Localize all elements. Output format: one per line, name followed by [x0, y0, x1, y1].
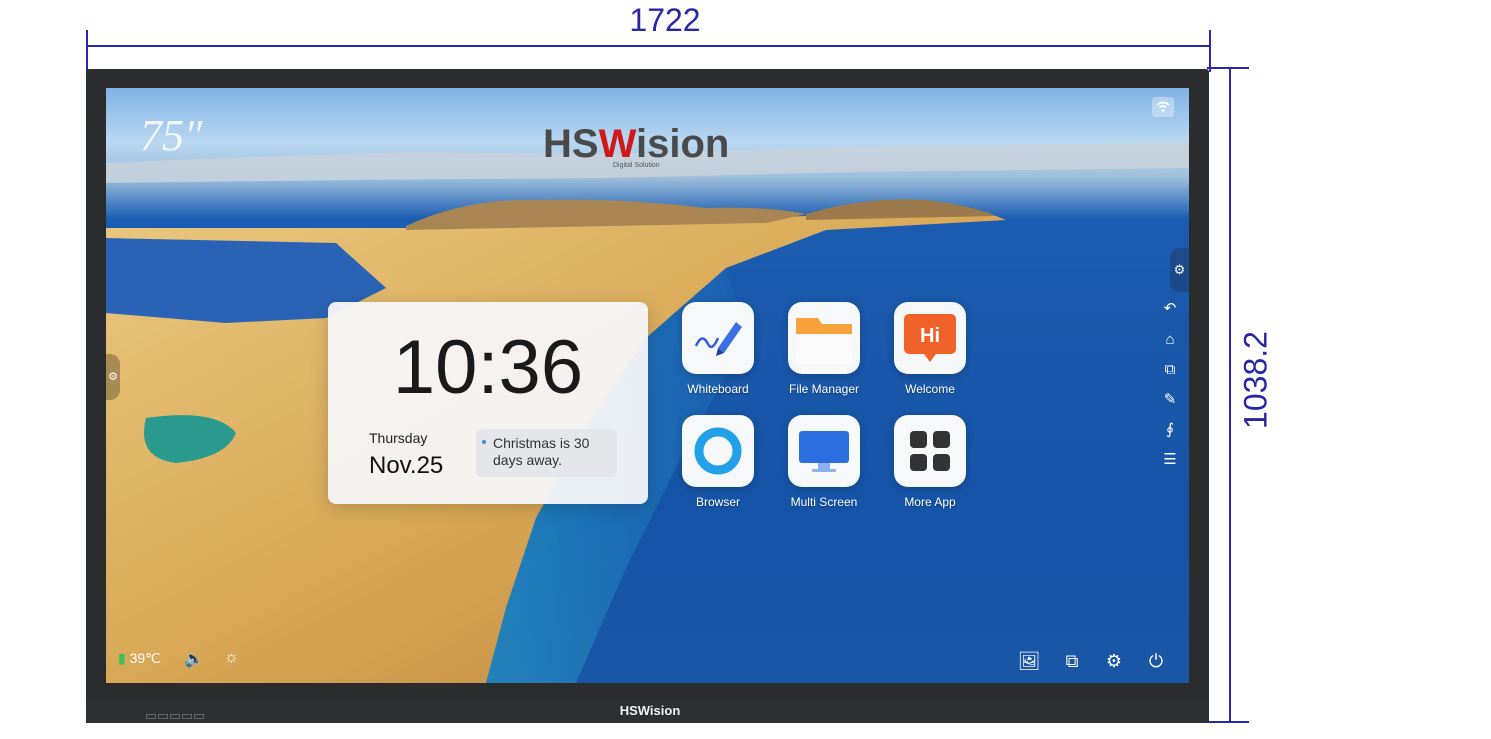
brand-logo: HSWision — [543, 122, 729, 167]
logo-text-part2: ision — [635, 122, 730, 166]
height-dimension-tick-top — [1207, 67, 1249, 69]
width-dimension-tick-right — [1209, 30, 1211, 72]
width-dimension-line — [86, 45, 1211, 47]
clock-time: 10:36 — [392, 325, 584, 410]
countdown-note-text: Christmas is 30 days away. — [493, 435, 590, 468]
app-welcome[interactable]: Hi Welcome — [880, 302, 980, 396]
thermometer-icon: ▮ — [118, 650, 126, 666]
app-label: Multi Screen — [790, 495, 858, 509]
logo-accent-letter: W — [598, 122, 636, 166]
bezel-brand-logo: HSWision — [619, 703, 681, 718]
countdown-note: Christmas is 30 days away. — [476, 429, 617, 477]
app-label: Browser — [695, 495, 740, 509]
height-dimension-line — [1229, 68, 1231, 723]
temperature-readout: ▮ 39℃ — [118, 650, 161, 667]
toolbox-icon[interactable]: ☰ — [1160, 450, 1180, 470]
height-dimension-tick-bottom — [1207, 721, 1249, 723]
grid-icon — [894, 415, 966, 487]
home-icon[interactable]: ⌂ — [1160, 330, 1180, 350]
clock-date: Nov.25 — [369, 452, 444, 479]
app-multi-screen[interactable]: Multi Screen — [774, 415, 874, 509]
logo-tagline: Digital Solution — [613, 162, 660, 169]
clock-weekday: Thursday — [369, 430, 428, 446]
app-label: More App — [904, 495, 956, 509]
left-settings-handle[interactable]: ⚙ — [106, 354, 120, 400]
monitor-icon — [788, 415, 860, 487]
app-label: File Manager — [788, 382, 860, 396]
sidebar-settings-handle[interactable]: ⚙ — [1170, 248, 1189, 292]
wifi-icon[interactable] — [1152, 97, 1174, 117]
front-ports — [146, 706, 236, 719]
clock-widget[interactable]: 10:36 Thursday Nov.25 Christmas is 30 da… — [328, 302, 648, 504]
height-dimension-label: 1038.2 — [1237, 331, 1274, 429]
volume-icon[interactable]: 🔈 — [184, 649, 204, 669]
app-label: Welcome — [905, 382, 955, 396]
folder-icon — [788, 302, 860, 374]
brightness-icon[interactable]: ☼ — [224, 649, 239, 667]
whiteboard-pen-icon — [682, 302, 754, 374]
power-icon[interactable]: ⏻ — [1144, 650, 1168, 672]
temperature-value: 39℃ — [129, 650, 161, 666]
browser-ring-icon — [682, 415, 754, 487]
note-bullet-icon — [482, 440, 486, 444]
gallery-icon[interactable]: 🖼 — [1017, 650, 1041, 672]
screenshot-icon[interactable]: ⧉ — [1060, 650, 1084, 672]
logo-text-part1: HSW — [543, 122, 636, 166]
settings-gear-icon[interactable]: ⚙ — [1102, 650, 1126, 672]
screen-size-label: 75″ — [140, 111, 203, 160]
app-file-manager[interactable]: File Manager — [774, 302, 874, 396]
width-dimension-label: 1722 — [629, 2, 701, 38]
annotate-icon[interactable]: ✎ — [1160, 390, 1180, 410]
windows-icon[interactable]: ⧉ — [1160, 360, 1180, 380]
app-label: Whiteboard — [687, 382, 749, 396]
app-browser[interactable]: Browser — [668, 415, 768, 509]
signal-source-icon[interactable]: ∮ — [1160, 420, 1180, 440]
svg-text:Hi: Hi — [920, 325, 940, 347]
app-more-app[interactable]: More App — [880, 415, 980, 509]
hi-bubble-icon: Hi — [894, 302, 966, 374]
back-icon[interactable]: ↶ — [1160, 299, 1180, 319]
app-whiteboard[interactable]: Whiteboard — [668, 302, 768, 396]
